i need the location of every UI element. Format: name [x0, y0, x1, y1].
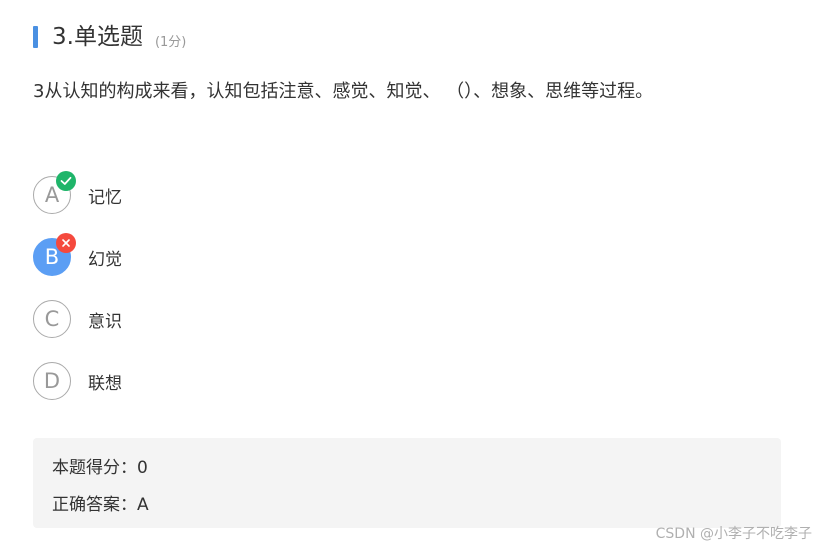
correct-answer: 正确答案：A	[52, 495, 149, 515]
option-b-label: 幻觉	[88, 249, 122, 270]
question-type-title: 3.单选题	[52, 24, 143, 50]
score-result: 本题得分：0	[52, 458, 148, 478]
result-panel: 本题得分：0 正确答案：A	[33, 438, 781, 528]
option-a-label: 记忆	[88, 187, 122, 208]
option-d[interactable]: D 联想	[33, 362, 122, 400]
option-b[interactable]: B 幻觉	[33, 233, 122, 276]
option-c-letter: C	[44, 307, 60, 331]
option-a-circle[interactable]: A	[33, 171, 76, 214]
option-c-label: 意识	[88, 311, 122, 332]
question-text: 3从认知的构成来看，认知包括注意、感觉、知觉、 （）、想象、思维等过程。	[33, 81, 654, 102]
option-a[interactable]: A 记忆	[33, 171, 122, 214]
option-c-circle[interactable]: C	[33, 300, 71, 338]
option-b-circle[interactable]: B	[33, 233, 76, 276]
option-d-letter: D	[43, 369, 61, 393]
option-d-label: 联想	[88, 373, 122, 394]
watermark: CSDN @小李子不吃李子	[655, 526, 812, 542]
check-icon	[56, 171, 76, 191]
title-accent-bar	[33, 26, 38, 48]
question-header: 3.单选题 (1分)	[33, 22, 186, 52]
cross-icon	[56, 233, 76, 253]
option-c[interactable]: C 意识	[33, 300, 122, 338]
option-d-circle[interactable]: D	[33, 362, 71, 400]
quiz-page: 3.单选题 (1分) 3从认知的构成来看，认知包括注意、感觉、知觉、 （）、想象…	[0, 0, 824, 549]
question-points: (1分)	[154, 34, 187, 50]
